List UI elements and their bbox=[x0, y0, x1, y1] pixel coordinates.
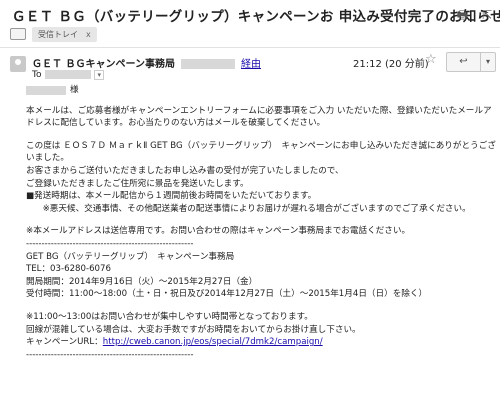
to-label: To bbox=[32, 70, 42, 80]
retry-note: 回線が混雑している場合は、大変お手数ですがお時間をおいてからお掛け直し下さい。 bbox=[26, 324, 361, 335]
reply-button[interactable]: ↩ bbox=[447, 53, 481, 71]
top-icons: 🖶 ⇱ bbox=[447, 6, 492, 27]
remove-label-icon[interactable]: x bbox=[86, 30, 91, 39]
star-icon[interactable]: ☆ bbox=[425, 52, 437, 67]
received-time: 21:12 (20 分前) bbox=[353, 59, 429, 70]
email-subject: ＧＥＴ ＢＧ（バッテリーグリップ）キャンペーンお 申込み受付完了のお知らせ bbox=[12, 9, 500, 25]
inbox-label-text: 受信トレイ bbox=[38, 29, 78, 39]
thanks-line: ご登録いただきましたご住所宛に景品を発送いたします。 bbox=[26, 178, 249, 189]
sender-name[interactable]: ＧＥＴ ＢＧキャンペーン事務局 bbox=[32, 59, 175, 70]
contact-office: GET BG（バッテリーグリップ） キャンペーン事務局 bbox=[26, 251, 235, 262]
new-window-icon[interactable]: ⇱ bbox=[482, 8, 492, 22]
campaign-url-label: キャンペーンURL： bbox=[26, 337, 103, 348]
thanks-paragraph: この度は ＥＯＳ７Ｄ ＭａｒｋⅡ GET BG（バッテリーグリップ） キャンペー… bbox=[26, 140, 496, 216]
delay-note: ※悪天候、交通事情、その他配送業者の配送事情によりお届けが遅れる場合がございます… bbox=[34, 203, 471, 214]
to-line: To ▾ bbox=[32, 70, 104, 80]
subject-bar: ＧＥＴ ＢＧ（バッテリーグリップ）キャンペーンお 申込み受付完了のお知らせ 🖶 … bbox=[0, 0, 500, 48]
redacted-recipient bbox=[45, 70, 92, 79]
label-icon bbox=[10, 28, 26, 40]
thanks-line: この度は ＥＯＳ７Ｄ ＭａｒｋⅡ GET BG（バッテリーグリップ） キャンペー… bbox=[26, 140, 496, 164]
sender-avatar bbox=[10, 56, 26, 72]
separator: ----------------------------------------… bbox=[26, 349, 194, 360]
contact-hours: 受付時間：11:00〜18:00（土・日・祝日及び2014年12月27日（土）〜… bbox=[26, 289, 428, 300]
campaign-url-line: キャンペーンURL：http://cweb.canon.jp/eos/speci… bbox=[26, 336, 496, 349]
divider bbox=[0, 47, 500, 48]
campaign-url-link[interactable]: http://cweb.canon.jp/eos/special/7dmk2/c… bbox=[103, 337, 323, 347]
inbox-label-chip[interactable]: 受信トレイ x bbox=[32, 26, 97, 42]
intro-text: 本メールは、ご応募者様がキャンペーンエントリーフォームに必要事項をご入力 いただ… bbox=[26, 105, 492, 129]
reply-button-group: ↩ ▾ bbox=[446, 52, 496, 72]
label-row: 受信トレイ x bbox=[10, 26, 97, 42]
via-link[interactable]: 経由 bbox=[241, 59, 261, 70]
recipient-details-dropdown[interactable]: ▾ bbox=[94, 70, 104, 80]
salutation-suffix: 様 bbox=[70, 85, 79, 95]
redacted-recipient-name bbox=[26, 85, 66, 95]
separator: ----------------------------------------… bbox=[26, 238, 194, 249]
shipping-note: ■発送時期は、本メール配信から１週間前後お時間をいただいております。 bbox=[26, 191, 317, 202]
busy-note: ※11:00〜13:00はお問い合わせが集中しやすい時間帯となっております。 bbox=[26, 311, 313, 322]
contact-period: 開局期間：2014年9月16日（火）〜2015年2月27日（金） bbox=[26, 276, 258, 287]
send-only-note: ※本メールアドレスは送信専用です。お問い合わせの際はキャンペーン事務局までお電話… bbox=[26, 226, 411, 237]
more-options-button[interactable]: ▾ bbox=[481, 53, 495, 71]
print-icon[interactable]: 🖶 bbox=[457, 8, 468, 22]
email-body: 様 本メールは、ご応募者様がキャンペーンエントリーフォームに必要事項をご入力 い… bbox=[26, 84, 496, 361]
sender-line: ＧＥＴ ＢＧキャンペーン事務局 経由 bbox=[32, 55, 261, 70]
redacted-sender-address bbox=[180, 59, 235, 69]
recipient-salutation: 様 bbox=[26, 84, 496, 97]
thanks-line: お客さまからご送付いただきましたお申し込み書の受付が完了いたしましたので、 bbox=[26, 165, 344, 176]
intro-paragraph: 本メールは、ご応募者様がキャンペーンエントリーフォームに必要事項をご入力 いただ… bbox=[26, 105, 496, 130]
contact-tel: TEL：03-6280-6076 bbox=[26, 264, 111, 275]
